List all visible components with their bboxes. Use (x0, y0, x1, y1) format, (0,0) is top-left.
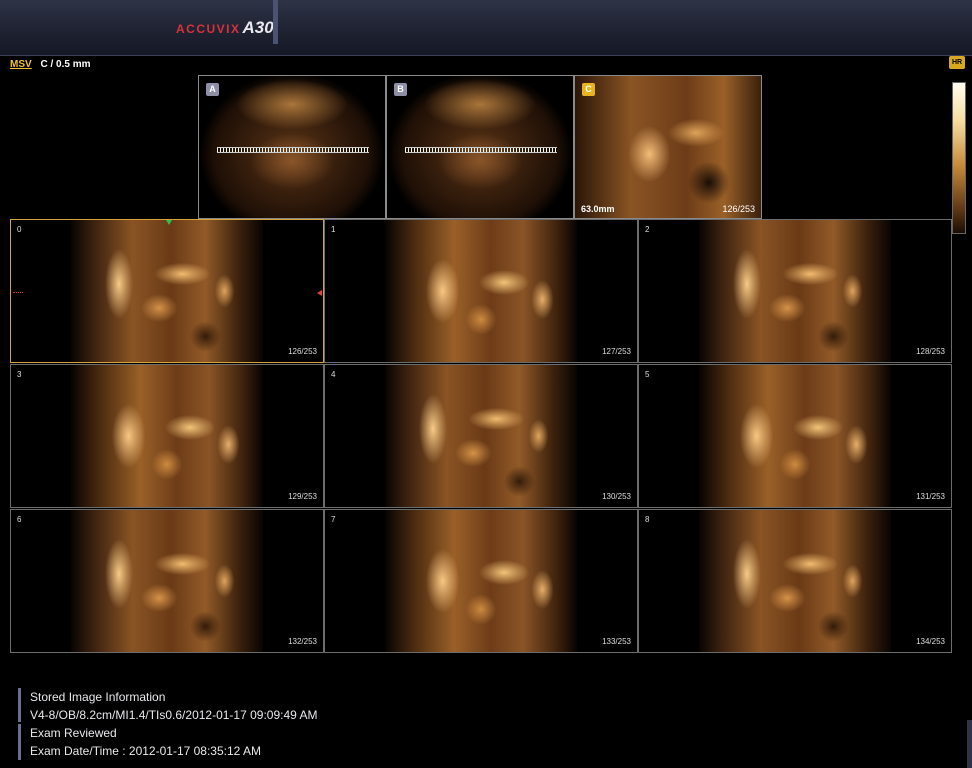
slice-marker-top-icon (166, 220, 172, 225)
mode-msv-label[interactable]: MSV (10, 59, 32, 70)
slice-image (385, 220, 577, 362)
hr-icon[interactable]: HR (949, 56, 965, 69)
tile-slice-number: 130/253 (602, 492, 631, 501)
top-bar: ACCUVIX A30 (0, 0, 972, 56)
brand-logo: ACCUVIX A30 (176, 18, 274, 38)
tile-slice-number: 132/253 (288, 637, 317, 646)
slice-image (699, 365, 891, 507)
scroll-handle[interactable] (967, 720, 972, 768)
tile-slice-number: 134/253 (916, 637, 945, 646)
reference-view-b[interactable]: B (386, 75, 574, 219)
exam-info-title: Exam Reviewed (30, 726, 117, 740)
tile-index: 5 (645, 370, 650, 379)
slice-tile-2[interactable]: 2 128/253 (638, 219, 952, 363)
tile-index: 3 (17, 370, 22, 379)
slice-tile-3[interactable]: 3 129/253 (10, 364, 324, 508)
brand-name: ACCUVIX (176, 22, 241, 36)
slice-thickness-label: C / 0.5 mm (40, 59, 91, 70)
slice-image (385, 510, 577, 652)
slice-image (385, 365, 577, 507)
view-c-distance: 63.0mm (581, 204, 615, 214)
tile-index: 6 (17, 515, 22, 524)
slice-marker-left-icon (13, 292, 23, 293)
slice-tile-6[interactable]: 6 132/253 (10, 509, 324, 653)
slice-cut-line[interactable] (217, 147, 369, 153)
header-divider (273, 0, 278, 44)
tile-slice-number: 128/253 (916, 347, 945, 356)
tile-slice-number: 129/253 (288, 492, 317, 501)
slice-tile-5[interactable]: 5 131/253 (638, 364, 952, 508)
brand-model: A30 (242, 18, 274, 37)
exam-reviewed-info: Exam Reviewed Exam Date/Time : 2012-01-1… (18, 724, 261, 760)
tile-slice-number: 133/253 (602, 637, 631, 646)
gray-map-colorbar (952, 82, 966, 234)
slice-tile-7[interactable]: 7 133/253 (324, 509, 638, 653)
tile-slice-number: 127/253 (602, 347, 631, 356)
tile-index: 2 (645, 225, 650, 234)
slice-tile-0[interactable]: 0 126/253 (10, 219, 324, 363)
stored-info-title: Stored Image Information (30, 690, 166, 704)
tile-slice-number: 126/253 (288, 347, 317, 356)
reference-view-c[interactable]: C 63.0mm 126/253 (574, 75, 762, 219)
slice-cut-line[interactable] (405, 147, 557, 153)
view-a-badge: A (206, 83, 219, 96)
stored-image-info: Stored Image Information V4-8/OB/8.2cm/M… (18, 688, 318, 722)
tile-index: 1 (331, 225, 336, 234)
info-bar (18, 724, 21, 760)
slice-image (71, 510, 263, 652)
slice-marker-right-icon (317, 290, 322, 296)
reference-view-a[interactable]: A (198, 75, 386, 219)
slice-image (71, 220, 263, 362)
mode-indicator: MSV C / 0.5 mm (10, 59, 90, 70)
slice-tile-8[interactable]: 8 134/253 (638, 509, 952, 653)
reference-image-c (575, 76, 761, 218)
info-bar (18, 688, 21, 722)
exam-info-detail: Exam Date/Time : 2012-01-17 08:35:12 AM (30, 744, 262, 758)
tile-index: 7 (331, 515, 336, 524)
view-c-slice: 126/253 (722, 204, 755, 214)
slice-image (699, 220, 891, 362)
slice-tile-1[interactable]: 1 127/253 (324, 219, 638, 363)
slice-image (71, 365, 263, 507)
view-b-badge: B (394, 83, 407, 96)
tile-index: 4 (331, 370, 336, 379)
tile-index: 8 (645, 515, 650, 524)
stored-info-detail: V4-8/OB/8.2cm/MI1.4/TIs0.6/2012-01-17 09… (30, 708, 318, 722)
slice-tile-4[interactable]: 4 130/253 (324, 364, 638, 508)
tile-index: 0 (17, 225, 22, 234)
tile-slice-number: 131/253 (916, 492, 945, 501)
view-c-badge: C (582, 83, 595, 96)
slice-image (699, 510, 891, 652)
